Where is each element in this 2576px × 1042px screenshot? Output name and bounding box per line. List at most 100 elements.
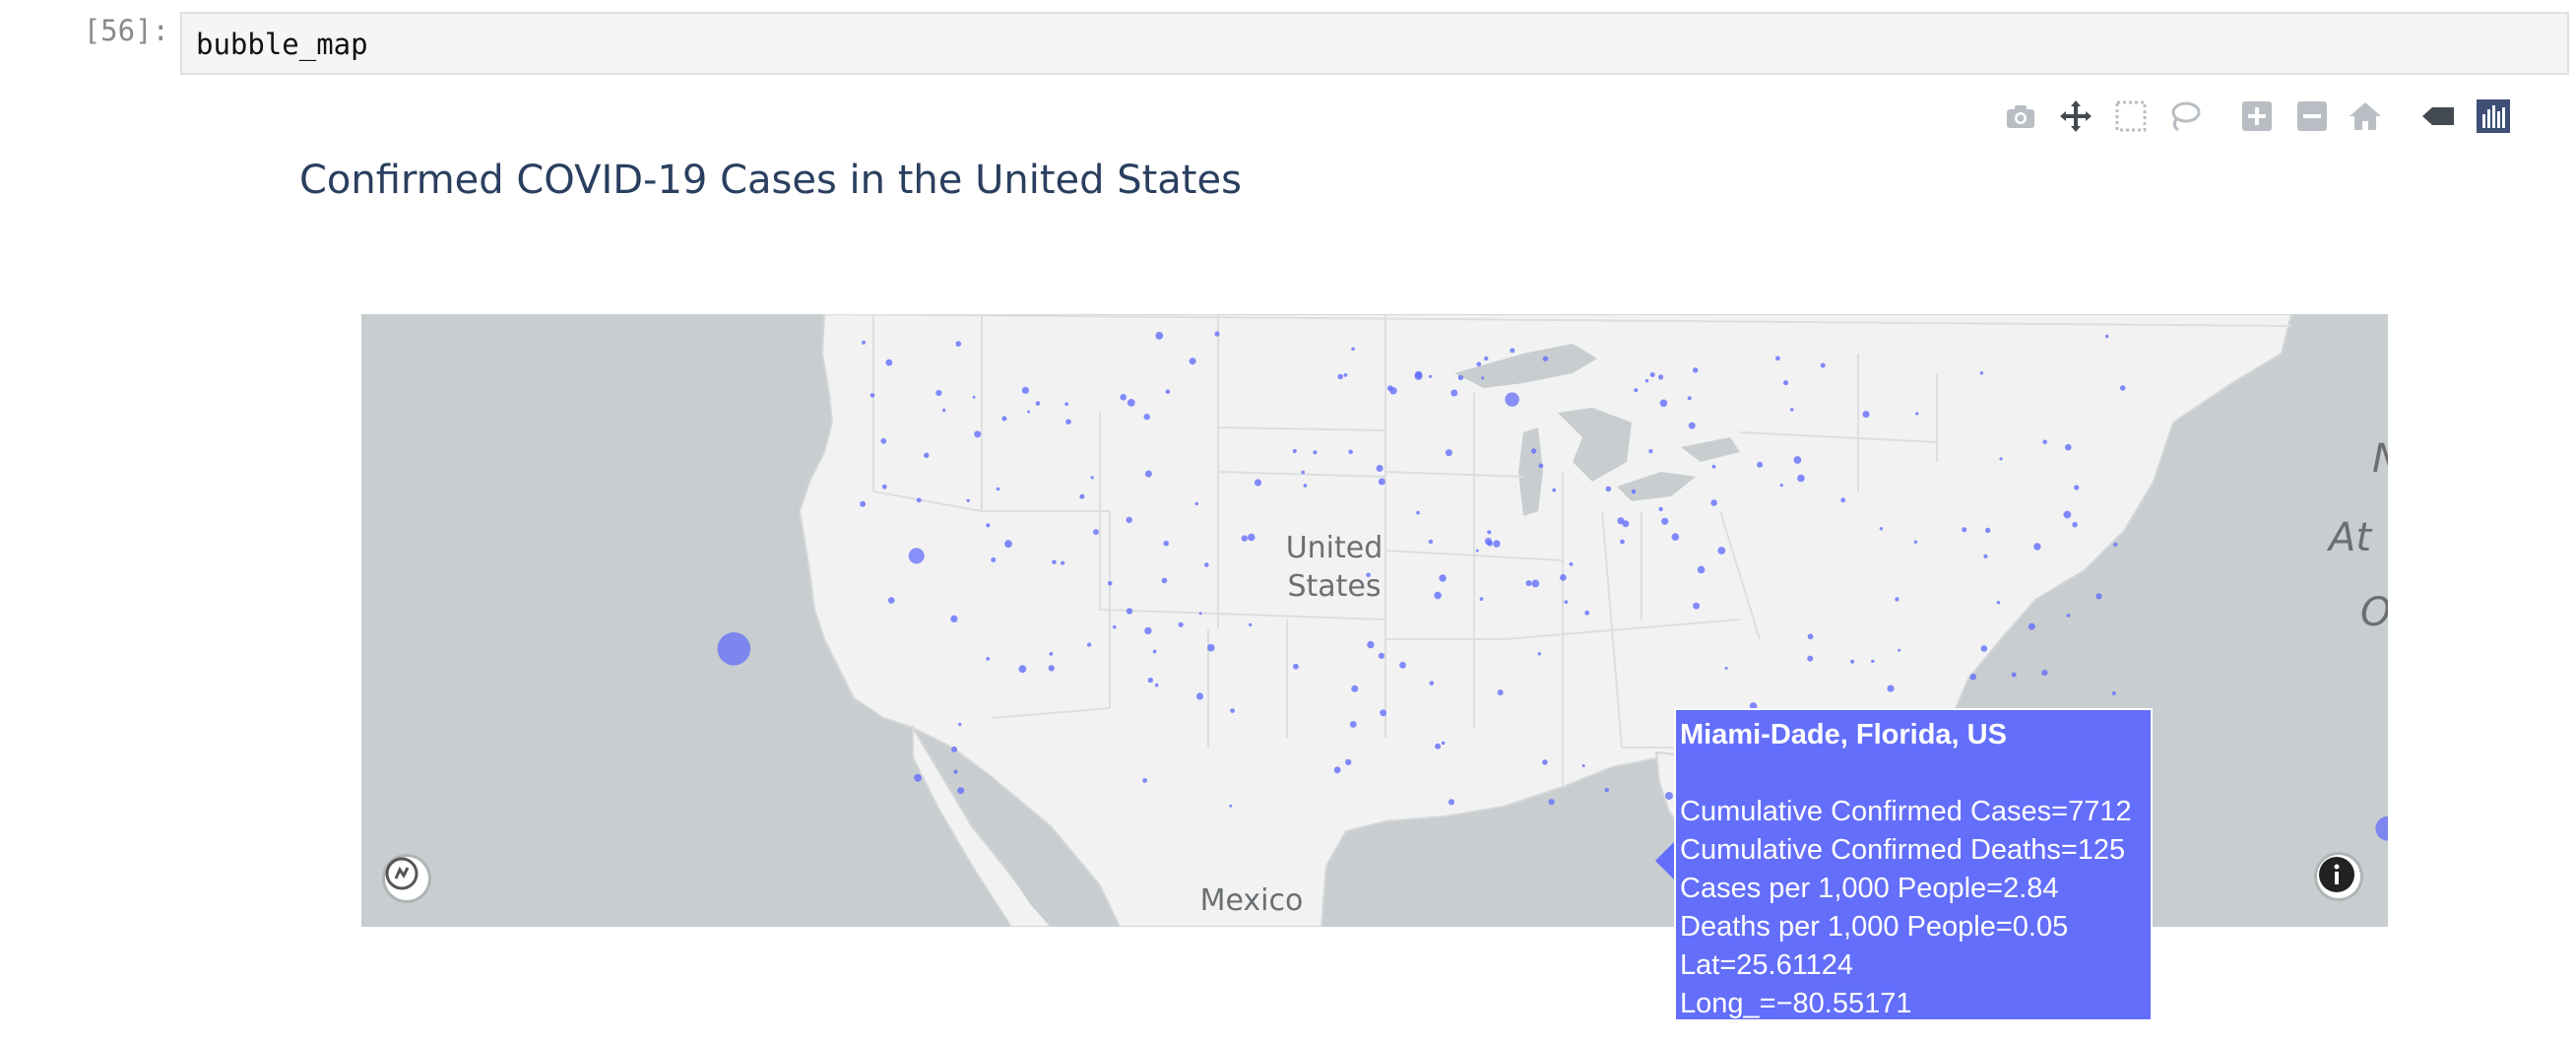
map-bubble-small xyxy=(1435,743,1442,749)
map-bubble-small xyxy=(1980,645,1988,652)
map-bubble-small xyxy=(1717,547,1726,554)
map-bubble-small xyxy=(1542,759,1548,765)
lasso-select-icon[interactable] xyxy=(2162,95,2206,138)
map-bubble-small xyxy=(1807,633,1814,640)
map-bubble-small xyxy=(1757,461,1764,468)
map-bubble-small xyxy=(1895,597,1900,602)
map-label-united: United xyxy=(1286,531,1384,565)
zoom-in-icon[interactable] xyxy=(2235,95,2279,138)
plotly-logo-icon[interactable] xyxy=(2472,95,2515,138)
map-bubble-small xyxy=(1416,510,1420,515)
map-bubble-small xyxy=(2065,443,2072,451)
map-bubble-small xyxy=(2028,622,2035,630)
map-bubble[interactable] xyxy=(1505,392,1519,407)
map-bubble-small xyxy=(1537,652,1542,656)
map-bubble-small xyxy=(1457,374,1464,381)
map-bubble-small xyxy=(1065,419,1071,425)
map-bubble-small xyxy=(1560,574,1567,581)
map-bubble-small xyxy=(942,408,946,413)
map-bubble-small xyxy=(2063,510,2072,519)
map-bubble-small xyxy=(1126,516,1132,524)
map-bubble-small xyxy=(1378,652,1385,659)
map-bubble-small xyxy=(1366,572,1371,578)
map-info-icon[interactable] xyxy=(2317,855,2360,898)
map-label-ocean-2: At xyxy=(2326,515,2372,560)
map-bubble-small xyxy=(887,597,895,604)
map-bubble-small xyxy=(1061,560,1065,565)
map-bubble-small xyxy=(1127,399,1135,407)
map-bubble-small xyxy=(1126,608,1133,615)
map-bubble-small xyxy=(1530,448,1537,454)
map-bubble-small xyxy=(924,452,930,458)
chart-title: Confirmed COVID-19 Cases in the United S… xyxy=(299,158,1242,203)
map-bubble-small xyxy=(991,557,997,562)
map-bubble-small xyxy=(1214,331,1220,337)
map-bubble-small xyxy=(953,769,958,774)
map-bubble[interactable] xyxy=(717,632,751,666)
map-bubble[interactable] xyxy=(2375,815,2388,841)
map-bubble-small xyxy=(1871,659,1875,664)
map-bubble-small xyxy=(860,500,867,507)
map-bubble-small xyxy=(1879,527,1884,531)
map-bubble[interactable] xyxy=(908,548,925,564)
map-bubble-small xyxy=(1049,652,1054,656)
map-bubble-small xyxy=(1789,408,1794,412)
zoom-out-icon[interactable] xyxy=(2290,95,2334,138)
map-bubble-small xyxy=(1840,497,1846,503)
map-bubble-small xyxy=(2066,614,2071,618)
map-bubble-small xyxy=(1620,539,1625,545)
map-bubble-small xyxy=(1035,401,1041,406)
map-bubble-small xyxy=(1428,374,1433,378)
map-bubble-small xyxy=(1631,488,1637,494)
cell-prompt: [56]: xyxy=(83,14,169,47)
map-bubble-small xyxy=(1710,499,1717,506)
map-bubble-small xyxy=(1979,371,1984,375)
map-bubble-small xyxy=(1434,591,1442,600)
map-bubble-small xyxy=(862,340,866,345)
box-select-icon[interactable] xyxy=(2109,95,2153,138)
map-bubble-small xyxy=(1345,758,1352,766)
map-bubble-small xyxy=(1604,787,1610,793)
map-bubble-small xyxy=(1445,449,1452,457)
map-bubble-small xyxy=(1476,361,1482,367)
map-bubble-small xyxy=(1913,540,1918,544)
map-bubble-small xyxy=(1605,486,1612,492)
map-bubble-small xyxy=(1367,640,1375,649)
map-bubble-small xyxy=(1531,579,1540,588)
map-bubble-small xyxy=(1376,465,1384,472)
map-bubble-small xyxy=(958,722,962,727)
map-bubble-small xyxy=(1996,601,2001,605)
map-logo-icon[interactable] xyxy=(385,857,428,900)
pan-icon[interactable] xyxy=(2054,95,2097,138)
map-bubble-small xyxy=(1693,602,1700,610)
map-bubble-small xyxy=(1229,804,1233,808)
reset-view-home-icon[interactable] xyxy=(2344,95,2387,138)
map-bubble-small xyxy=(1661,517,1669,525)
map-bubble-small xyxy=(1399,662,1406,669)
map-bubble-small xyxy=(880,437,887,444)
map-bubble-small xyxy=(1161,577,1168,584)
map-bubble-small xyxy=(1850,659,1855,664)
map-bubble-small xyxy=(1380,709,1386,717)
download-plot-camera-icon[interactable] xyxy=(1999,95,2042,138)
map-bubble-small xyxy=(986,523,991,528)
map-bubble-small xyxy=(1048,665,1055,672)
toggle-hover-spike-icon[interactable] xyxy=(2416,95,2460,138)
map-bubble-small xyxy=(1659,399,1668,408)
map-bubble-small xyxy=(1064,402,1069,407)
map-bubble-small xyxy=(1144,626,1152,635)
map-bubble-small xyxy=(1862,411,1870,419)
map-bubble-small xyxy=(881,484,887,489)
map-bubble-small xyxy=(1510,348,1515,354)
code-cell-input[interactable]: bubble_map xyxy=(180,12,2569,75)
map-label-ocean-3: O xyxy=(2360,590,2388,635)
map-bubble-small xyxy=(1697,565,1706,574)
map-bubble-small xyxy=(1004,540,1012,549)
map-bubble-small xyxy=(1021,386,1029,394)
map-bubble-small xyxy=(1204,562,1209,567)
map-bubble-small xyxy=(1152,649,1157,654)
map-bubble-small xyxy=(1542,356,1549,361)
map-bubble-small xyxy=(1724,667,1728,670)
map-bubble-small xyxy=(1147,677,1153,684)
map-bubble-small xyxy=(1303,484,1308,488)
